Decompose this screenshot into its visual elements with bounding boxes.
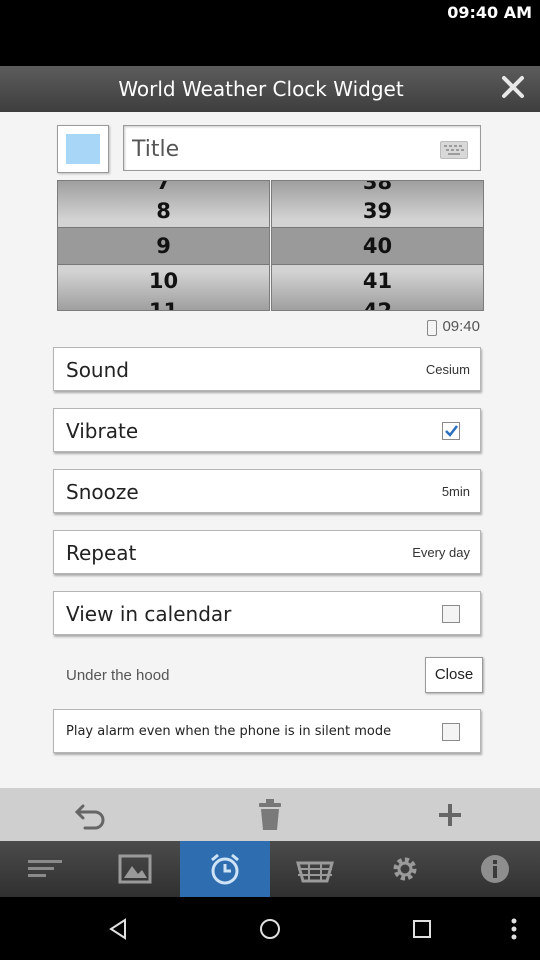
color-picker-button[interactable]: [57, 125, 109, 173]
back-icon[interactable]: [88, 897, 148, 960]
snooze-label: Snooze: [66, 480, 139, 504]
trash-icon[interactable]: [180, 788, 360, 841]
basket-icon[interactable]: [270, 841, 360, 897]
minute-option[interactable]: 41: [272, 269, 483, 293]
hour-picker[interactable]: 7 8 9 10 11: [57, 180, 270, 311]
info-icon[interactable]: [450, 841, 540, 897]
dialog-title: World Weather Clock Widget: [118, 77, 404, 101]
plus-icon[interactable]: [360, 788, 540, 841]
vibrate-checkbox[interactable]: [442, 422, 460, 440]
repeat-setting[interactable]: Repeat Every day: [53, 530, 481, 574]
keyboard-icon[interactable]: [440, 141, 468, 159]
silent-mode-setting[interactable]: Play alarm even when the phone is in sil…: [53, 709, 481, 753]
sound-label: Sound: [66, 358, 129, 382]
alarm-time-text: 09:40: [442, 318, 480, 335]
under-the-hood-label: Under the hood: [66, 667, 170, 684]
silent-mode-checkbox[interactable]: [442, 723, 460, 741]
sound-value: Cesium: [425, 362, 470, 377]
alarm-clock-icon[interactable]: [180, 841, 270, 897]
title-input[interactable]: [130, 126, 434, 172]
hour-option-selected[interactable]: 9: [58, 234, 269, 258]
snooze-setting[interactable]: Snooze 5min: [53, 469, 481, 513]
repeat-value: Every day: [412, 545, 470, 560]
vibrate-label: Vibrate: [66, 419, 139, 443]
alarm-time-display: 09:40: [427, 318, 480, 336]
color-swatch: [66, 134, 100, 164]
menu-icon[interactable]: [0, 841, 90, 897]
minute-option[interactable]: 42: [272, 299, 483, 310]
silent-mode-label: Play alarm even when the phone is in sil…: [66, 724, 392, 739]
minute-option[interactable]: 38: [272, 181, 483, 194]
title-field[interactable]: [123, 125, 481, 172]
minute-option[interactable]: 39: [272, 199, 483, 223]
minute-picker[interactable]: 38 39 40 41 42: [271, 180, 484, 311]
system-nav-bar: [0, 897, 540, 960]
overflow-icon[interactable]: [484, 897, 540, 960]
undo-icon[interactable]: [0, 788, 180, 841]
recents-icon[interactable]: [392, 897, 452, 960]
phone-icon: [427, 320, 438, 336]
close-button[interactable]: Close: [425, 657, 483, 693]
bottom-tab-bar: [0, 841, 540, 897]
snooze-value: 5min: [441, 484, 470, 499]
vibrate-setting[interactable]: Vibrate: [53, 408, 481, 452]
close-icon[interactable]: [500, 73, 526, 101]
calendar-label: View in calendar: [66, 602, 232, 626]
dialog-title-bar: World Weather Clock Widget: [0, 66, 540, 113]
hour-option[interactable]: 8: [58, 199, 269, 223]
action-bar: [0, 788, 540, 841]
hour-option[interactable]: 10: [58, 269, 269, 293]
status-bar: 09:40 AM: [0, 0, 540, 66]
sound-setting[interactable]: Sound Cesium: [53, 347, 481, 391]
view-in-calendar-setting[interactable]: View in calendar: [53, 591, 481, 635]
checkmark-icon: [445, 425, 458, 437]
hour-option[interactable]: 7: [58, 181, 269, 194]
minute-option-selected[interactable]: 40: [272, 234, 483, 258]
repeat-label: Repeat: [66, 541, 137, 565]
status-time: 09:40 AM: [447, 3, 532, 22]
hour-option[interactable]: 11: [58, 299, 269, 310]
settings-icon[interactable]: [360, 841, 450, 897]
photo-icon[interactable]: [90, 841, 180, 897]
home-icon[interactable]: [240, 897, 300, 960]
calendar-checkbox[interactable]: [442, 605, 460, 623]
